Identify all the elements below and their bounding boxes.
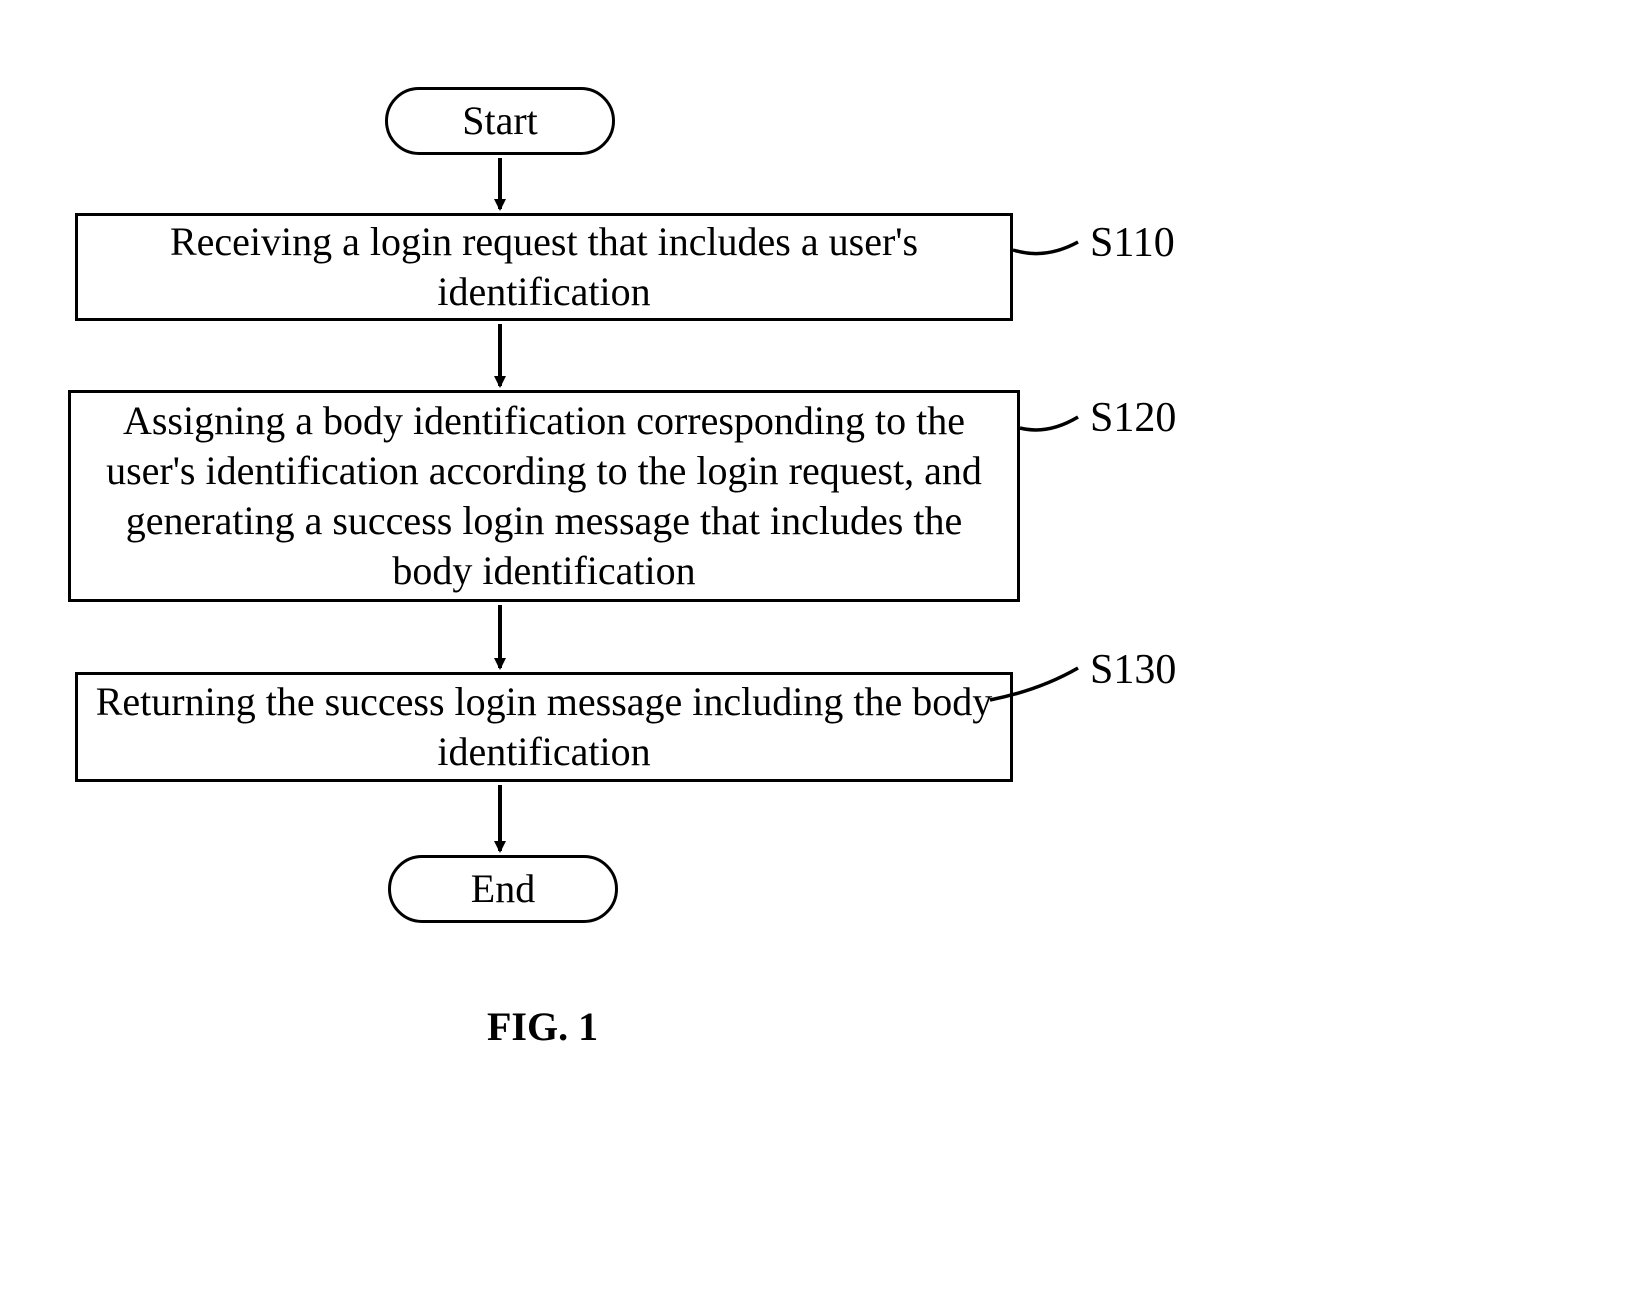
process-step-s120: Assigning a body identification correspo… bbox=[68, 390, 1020, 602]
step-label-s110: S110 bbox=[1090, 222, 1175, 264]
step-label-s130: S130 bbox=[1090, 649, 1176, 691]
process-step-s130: Returning the success login message incl… bbox=[75, 672, 1013, 782]
terminator-end: End bbox=[388, 855, 618, 923]
terminator-start-label: Start bbox=[462, 101, 538, 141]
connectors-overlay bbox=[0, 0, 1628, 1293]
process-step-text: Receiving a login request that includes … bbox=[94, 217, 994, 317]
figure-caption: FIG. 1 bbox=[487, 1003, 598, 1050]
flowchart-canvas: Start Receiving a login request that inc… bbox=[0, 0, 1628, 1293]
step-label-s120: S120 bbox=[1090, 397, 1176, 439]
process-step-text: Returning the success login message incl… bbox=[94, 677, 994, 777]
process-step-text: Assigning a body identification correspo… bbox=[87, 396, 1001, 596]
process-step-s110: Receiving a login request that includes … bbox=[75, 213, 1013, 321]
terminator-start: Start bbox=[385, 87, 615, 155]
terminator-end-label: End bbox=[471, 869, 535, 909]
